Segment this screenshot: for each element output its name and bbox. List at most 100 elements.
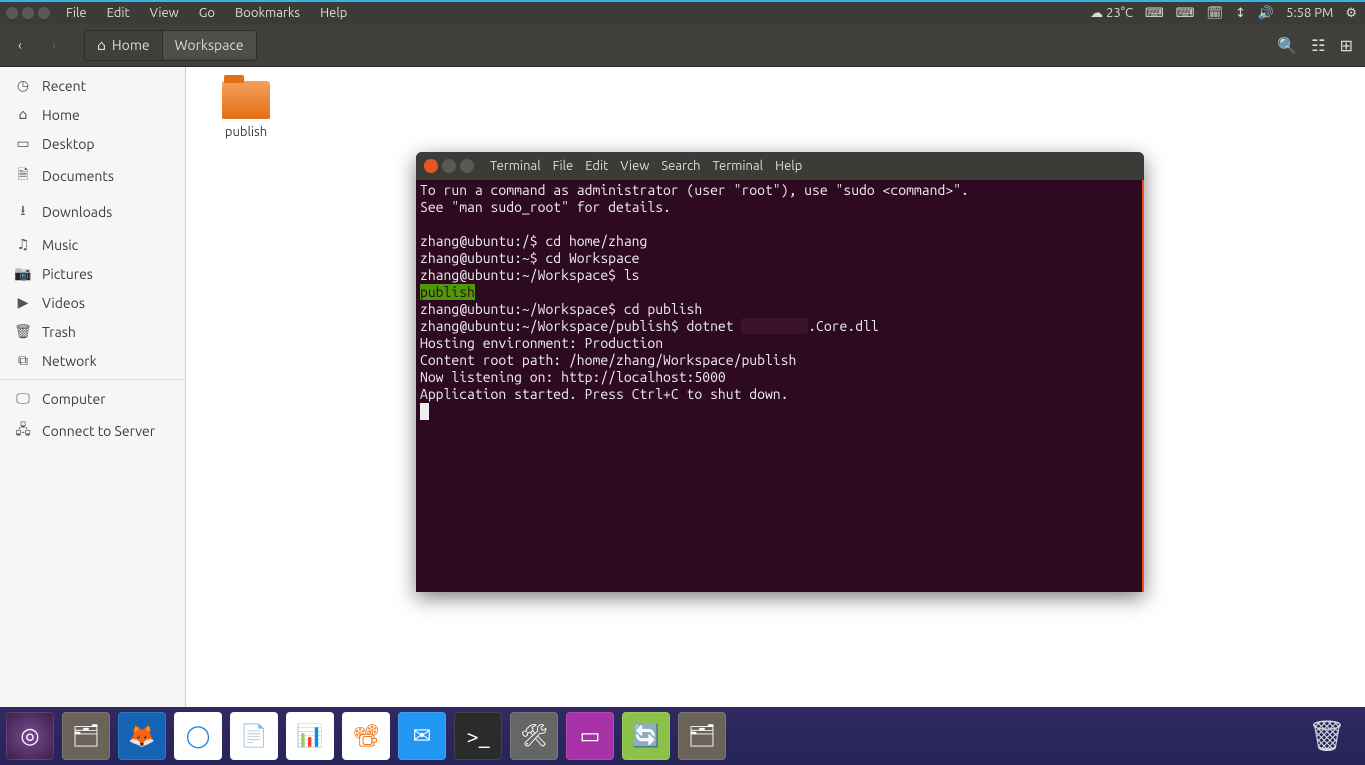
sidebar-item-label: Downloads bbox=[42, 204, 112, 220]
trash-icon: 🗑 bbox=[14, 323, 32, 340]
sidebar-item-label: Music bbox=[42, 237, 78, 253]
term-menu-help[interactable]: Help bbox=[775, 159, 802, 173]
forward-button[interactable]: › bbox=[42, 33, 66, 57]
sidebar-item-downloads[interactable]: ⭳Downloads bbox=[0, 194, 185, 230]
minimize-icon[interactable] bbox=[442, 159, 456, 173]
desktop-icon: ▭ bbox=[14, 135, 32, 152]
term-menu-view[interactable]: View bbox=[620, 159, 649, 173]
dock-calc[interactable]: 📊 bbox=[286, 712, 334, 760]
back-button[interactable]: ‹ bbox=[8, 33, 32, 57]
documents-icon: 🗎 bbox=[14, 164, 32, 188]
server-icon: 🖧 bbox=[14, 419, 32, 443]
sidebar-item-videos[interactable]: ▶ Videos bbox=[0, 288, 185, 317]
term-menu-terminal2[interactable]: Terminal bbox=[712, 159, 763, 173]
term-line-part: zhang@ubuntu:~/Workspace/publish$ dotnet bbox=[420, 318, 741, 334]
session-gear-icon[interactable]: ⚙ bbox=[1345, 6, 1357, 21]
sidebar-item-home[interactable]: ⌂ Home bbox=[0, 100, 185, 129]
list-view-icon[interactable]: ☷ bbox=[1311, 36, 1325, 55]
menu-go[interactable]: Go bbox=[189, 6, 225, 20]
recent-icon: ◷ bbox=[14, 77, 32, 94]
sidebar-item-desktop[interactable]: ▭ Desktop bbox=[0, 129, 185, 158]
folder-publish[interactable]: publish bbox=[206, 81, 286, 139]
term-menu-terminal[interactable]: Terminal bbox=[490, 159, 541, 173]
keyboard-indicator-icon[interactable]: ⌨ bbox=[1145, 6, 1164, 21]
network-icon[interactable]: ↕ bbox=[1235, 6, 1246, 21]
dock-ubuntu-dash[interactable]: ◎ bbox=[6, 712, 54, 760]
sidebar-item-pictures[interactable]: 📷 Pictures bbox=[0, 259, 185, 288]
sidebar-item-label: Recent bbox=[42, 78, 86, 94]
keyboard-indicator-2-icon[interactable]: ⌨ bbox=[1176, 6, 1195, 21]
menu-edit[interactable]: Edit bbox=[97, 6, 140, 20]
dock-files-2[interactable]: 🗂 bbox=[678, 712, 726, 760]
dock-screenshot[interactable]: ▭ bbox=[566, 712, 614, 760]
videos-icon: ▶ bbox=[14, 294, 32, 311]
term-line: See "man sudo_root" for details. bbox=[420, 199, 671, 215]
term-menu-edit[interactable]: Edit bbox=[585, 159, 608, 173]
dock-writer[interactable]: 📄 bbox=[230, 712, 278, 760]
terminal-window-controls bbox=[416, 159, 482, 173]
weather-indicator[interactable]: ☁ 23°C bbox=[1090, 6, 1133, 21]
maximize-icon[interactable] bbox=[460, 159, 474, 173]
terminal-titlebar[interactable]: Terminal File Edit View Search Terminal … bbox=[416, 152, 1144, 180]
sidebar-item-label: Network bbox=[42, 353, 97, 369]
sidebar-item-connect-to-server[interactable]: 🖧Connect to Server bbox=[0, 413, 185, 449]
dock-settings[interactable]: 🛠 bbox=[510, 712, 558, 760]
network-icon: ⧉ bbox=[14, 352, 32, 369]
pictures-icon: 📷 bbox=[14, 265, 32, 282]
term-line: Content root path: /home/zhang/Workspace… bbox=[420, 352, 796, 368]
term-line: Hosting environment: Production bbox=[420, 335, 663, 351]
folder-icon bbox=[222, 81, 270, 119]
breadcrumb-home[interactable]: ⌂ Home bbox=[85, 31, 163, 60]
close-icon[interactable] bbox=[424, 159, 438, 173]
sidebar-item-trash[interactable]: 🗑 Trash bbox=[0, 317, 185, 346]
menu-view[interactable]: View bbox=[140, 6, 189, 20]
bottom-dock: ◎ 🗂 🦊 ◯ 📄 📊 📽 ✉ >_ 🛠 ▭ 🔄 🗂 🗑 bbox=[0, 707, 1365, 765]
sidebar-item-computer[interactable]: 🖵 Computer bbox=[0, 379, 185, 413]
sidebar-item-label: Trash bbox=[42, 324, 76, 340]
sidebar-item-recent[interactable]: ◷ Recent bbox=[0, 71, 185, 100]
sidebar-item-label: Pictures bbox=[42, 266, 93, 282]
dock-trash[interactable]: 🗑 bbox=[1303, 712, 1351, 760]
dock-files[interactable]: 🗂 bbox=[62, 712, 110, 760]
sidebar-item-label: Videos bbox=[42, 295, 85, 311]
term-menu-file[interactable]: File bbox=[553, 159, 574, 173]
sidebar-item-network[interactable]: ⧉ Network bbox=[0, 346, 185, 375]
dock-impress[interactable]: 📽 bbox=[342, 712, 390, 760]
grid-view-icon[interactable]: ⊞ bbox=[1340, 36, 1353, 55]
term-line: zhang@ubuntu:/$ cd home/zhang bbox=[420, 233, 647, 249]
search-icon[interactable]: 🔍 bbox=[1277, 36, 1297, 55]
dock-software-updater[interactable]: 🔄 bbox=[622, 712, 670, 760]
sidebar-item-documents[interactable]: 🗎Documents bbox=[0, 158, 185, 194]
home-icon: ⌂ bbox=[14, 106, 32, 123]
terminal-window[interactable]: Terminal File Edit View Search Terminal … bbox=[416, 152, 1144, 592]
dock-firefox[interactable]: 🦊 bbox=[118, 712, 166, 760]
menu-bookmarks[interactable]: Bookmarks bbox=[225, 6, 310, 20]
volume-icon[interactable]: 🔊 bbox=[1258, 6, 1274, 21]
clock[interactable]: 5:58 PM bbox=[1286, 6, 1333, 20]
redacted-text bbox=[741, 318, 808, 334]
term-menu-search[interactable]: Search bbox=[661, 159, 700, 173]
calendar-icon[interactable]: 🗓 bbox=[1206, 6, 1223, 21]
sidebar-item-label: Desktop bbox=[42, 136, 95, 152]
close-icon[interactable] bbox=[6, 7, 18, 19]
minimize-icon[interactable] bbox=[22, 7, 34, 19]
terminal-cursor bbox=[420, 403, 429, 420]
music-icon: ♫ bbox=[14, 236, 32, 253]
breadcrumb-home-label: Home bbox=[112, 37, 150, 53]
term-line: zhang@ubuntu:~/Workspace$ ls bbox=[420, 267, 640, 283]
sidebar-item-label: Computer bbox=[42, 391, 106, 407]
menu-file[interactable]: File bbox=[56, 6, 97, 20]
dock-terminal[interactable]: >_ bbox=[454, 712, 502, 760]
sidebar-item-music[interactable]: ♫ Music bbox=[0, 230, 185, 259]
sidebar-item-label: Home bbox=[42, 107, 80, 123]
breadcrumb-workspace[interactable]: Workspace bbox=[163, 31, 256, 59]
dock-chromium[interactable]: ◯ bbox=[174, 712, 222, 760]
top-panel: File Edit View Go Bookmarks Help ☁ 23°C … bbox=[0, 0, 1365, 24]
global-menu: File Edit View Go Bookmarks Help bbox=[56, 6, 357, 20]
computer-icon: 🖵 bbox=[14, 390, 32, 407]
places-sidebar: ◷ Recent ⌂ Home ▭ Desktop 🗎Documents ⭳Downl… bbox=[0, 67, 186, 707]
terminal-body[interactable]: To run a command as administrator (user … bbox=[416, 180, 1144, 592]
maximize-icon[interactable] bbox=[38, 7, 50, 19]
menu-help[interactable]: Help bbox=[310, 6, 357, 20]
dock-messaging[interactable]: ✉ bbox=[398, 712, 446, 760]
